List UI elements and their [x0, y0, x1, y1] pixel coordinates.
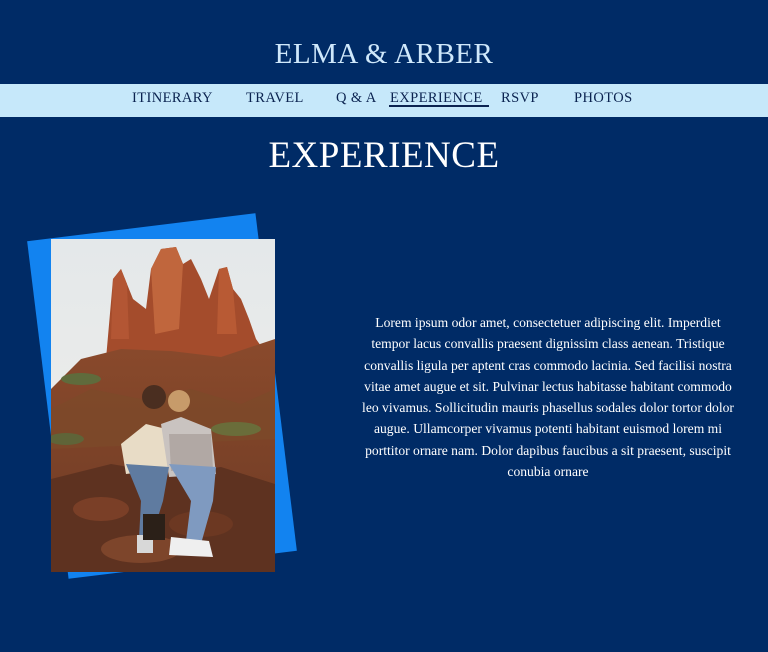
nav-itinerary[interactable]: ITINERARY — [132, 90, 213, 107]
nav-travel[interactable]: TRAVEL — [246, 90, 304, 107]
experience-description: Lorem ipsum odor amet, consectetuer adip… — [362, 315, 734, 480]
main-nav: ITINERARY TRAVEL Q & A EXPERIENCE RSVP P… — [0, 84, 768, 117]
nav-qa[interactable]: Q & A — [336, 90, 377, 107]
active-nav-underline — [389, 105, 489, 107]
couple-photo — [51, 239, 275, 572]
site-title: ELMA & ARBER — [274, 38, 494, 70]
page-title: EXPERIENCE — [268, 135, 500, 176]
nav-photos[interactable]: PHOTOS — [574, 90, 633, 107]
nav-rsvp[interactable]: RSVP — [501, 90, 539, 107]
